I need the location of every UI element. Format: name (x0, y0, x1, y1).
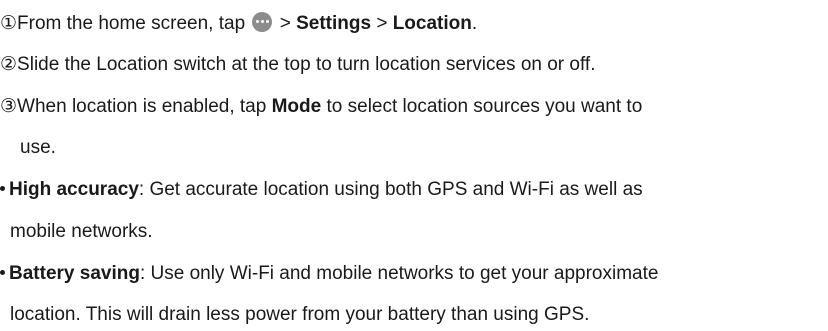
high-accuracy-desc-2: mobile networks. (10, 221, 153, 242)
step-2-number: ② (0, 54, 18, 75)
step-1: ①From the home screen, tap > Settings > … (0, 12, 477, 35)
step-3-continuation: use. (20, 137, 56, 159)
step-1-period: . (471, 13, 478, 34)
high-accuracy-desc: : Get accurate location using both GPS a… (138, 179, 643, 200)
high-accuracy-term: High accuracy (9, 179, 139, 200)
settings-label: Settings (296, 13, 372, 34)
step-3-text: When location is enabled, tap (17, 96, 272, 117)
battery-saving-term: Battery saving (9, 263, 140, 284)
step-1-number: ① (0, 13, 18, 34)
bullet-dot (0, 270, 5, 275)
battery-saving-desc-2: location. This will drain less power fro… (10, 304, 590, 325)
mode-label: Mode (271, 96, 322, 117)
step-3-cont-text: use. (20, 137, 56, 158)
bullet-dot (0, 186, 5, 191)
battery-saving-desc: : Use only Wi-Fi and mobile networks to … (139, 263, 659, 284)
apps-icon (252, 12, 273, 32)
step-3-text-2: to select location sources you want to (321, 96, 643, 117)
step-3-number: ③ (0, 96, 18, 117)
step-1-text: From the home screen, tap (17, 13, 251, 34)
step-3: ③When location is enabled, tap Mode to s… (0, 96, 642, 118)
step-2: ②Slide the Location switch at the top to… (0, 54, 595, 76)
step-1-separator: > (274, 13, 297, 34)
location-label: Location (392, 13, 472, 34)
bullet-battery-saving: Battery saving: Use only Wi-Fi and mobil… (0, 263, 658, 285)
step-1-separator-2: > (371, 13, 393, 34)
bullet-high-accuracy-continuation: mobile networks. (10, 221, 153, 243)
step-2-text: Slide the Location switch at the top to … (17, 54, 596, 75)
bullet-high-accuracy: High accuracy: Get accurate location usi… (0, 179, 643, 201)
bullet-battery-saving-continuation: location. This will drain less power fro… (10, 304, 589, 326)
